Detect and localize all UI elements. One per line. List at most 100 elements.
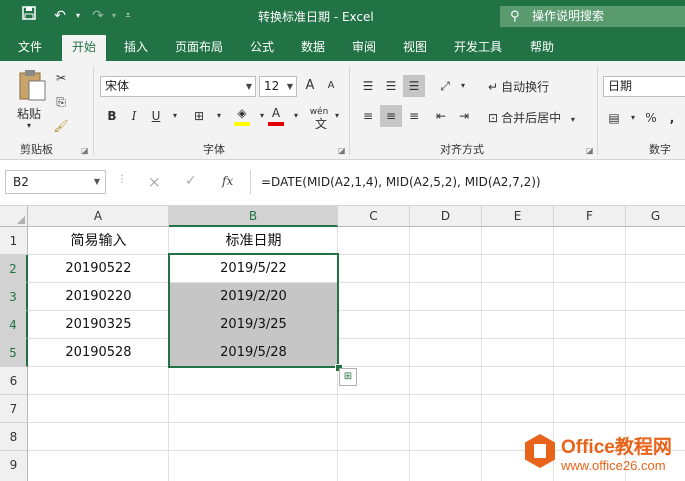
percent-button[interactable]: %	[640, 107, 662, 129]
name-box[interactable]: B2 ▼	[5, 170, 106, 194]
fill-color-icon[interactable]: ◈	[231, 105, 253, 127]
row-header-7[interactable]: 7	[0, 395, 28, 423]
row-header-8[interactable]: 8	[0, 423, 28, 451]
tab-file[interactable]: 文件	[18, 33, 42, 61]
cell-b1[interactable]: 标准日期	[169, 228, 338, 255]
cell-a2[interactable]: 20190522	[28, 255, 169, 283]
tab-insert[interactable]: 插入	[124, 33, 148, 61]
tab-page-layout[interactable]: 页面布局	[175, 33, 223, 61]
cell-a1[interactable]: 简易输入	[28, 228, 169, 255]
font-color-letter: A	[271, 106, 281, 120]
paste-label: 粘贴	[17, 107, 42, 121]
formula-bar: B2 ▼ ⋮ × ✓ fx =DATE(MID(A2,1,4), MID(A2,…	[0, 160, 685, 206]
formula-input[interactable]: =DATE(MID(A2,1,4), MID(A2,5,2), MID(A2,7…	[250, 170, 685, 194]
row-header-3[interactable]: 3	[0, 283, 28, 311]
paste-button[interactable]: 粘贴 ▾	[14, 69, 50, 137]
formula-bar-grip-icon: ⋮	[117, 174, 127, 185]
align-right-icon[interactable]: ≡	[403, 105, 425, 127]
tab-help[interactable]: 帮助	[530, 33, 554, 61]
column-header-e[interactable]: E	[482, 206, 554, 227]
column-header-c[interactable]: C	[338, 206, 410, 227]
gridline	[28, 394, 685, 395]
increase-indent-icon[interactable]: ⇥	[453, 105, 475, 127]
gridline	[409, 227, 410, 481]
chevron-down-icon[interactable]: ▾	[208, 105, 230, 127]
font-color-button[interactable]: A	[265, 105, 287, 127]
cancel-icon[interactable]: ×	[148, 173, 161, 191]
row-header-2[interactable]: 2	[0, 255, 28, 283]
font-launcher-icon[interactable]: ◪	[338, 146, 346, 155]
group-label-number: 数字	[649, 143, 671, 156]
wrap-text-label: 自动换行	[501, 80, 550, 94]
row-header-9[interactable]: 9	[0, 451, 28, 481]
chevron-down-icon[interactable]: ▾	[164, 105, 186, 127]
align-bottom-icon[interactable]: ☰	[403, 75, 425, 97]
column-header-d[interactable]: D	[410, 206, 482, 227]
column-header-b[interactable]: B	[169, 206, 338, 227]
align-left-icon[interactable]: ≡	[357, 105, 379, 127]
row-header-5[interactable]: 5	[0, 339, 28, 367]
divider	[93, 67, 94, 155]
comma-button[interactable]: ,	[661, 107, 683, 129]
chevron-down-icon[interactable]: ▾	[326, 105, 348, 127]
alignment-launcher-icon[interactable]: ◪	[586, 146, 594, 155]
clipboard-launcher-icon[interactable]: ◪	[81, 146, 89, 155]
cell-a4[interactable]: 20190325	[28, 311, 169, 339]
chevron-down-icon: ▼	[245, 82, 252, 91]
gridline	[481, 227, 482, 481]
tell-me-search[interactable]: ⚲ 操作说明搜索	[500, 6, 685, 27]
chevron-down-icon[interactable]: ▾	[285, 105, 307, 127]
gridline	[28, 422, 685, 423]
save-icon[interactable]	[19, 6, 39, 26]
tab-view[interactable]: 视图	[403, 33, 427, 61]
italic-button[interactable]: I	[123, 105, 145, 127]
wrap-text-icon: ↵	[488, 80, 499, 94]
chevron-down-icon: ▼	[93, 177, 100, 186]
row-header-4[interactable]: 4	[0, 311, 28, 339]
undo-icon[interactable]: ↶	[50, 6, 70, 26]
font-size-select[interactable]: 12 ▼	[259, 76, 297, 97]
cut-icon[interactable]: ✂	[50, 67, 72, 89]
cell-a5[interactable]: 20190528	[28, 339, 169, 367]
group-label-clipboard: 剪贴板	[20, 143, 53, 156]
tab-data[interactable]: 数据	[301, 33, 325, 61]
window-title: 转换标准日期 - Excel	[258, 10, 374, 24]
row-header-6[interactable]: 6	[0, 367, 28, 395]
copy-icon[interactable]: ⎘	[50, 91, 72, 113]
grow-font-button[interactable]: A	[299, 75, 321, 97]
tab-review[interactable]: 审阅	[352, 33, 376, 61]
align-top-icon[interactable]: ☰	[357, 75, 379, 97]
font-name-value: 宋体	[105, 79, 130, 93]
border-icon[interactable]: ⊞	[188, 105, 210, 127]
office-logo-icon	[525, 434, 555, 468]
row-header-1[interactable]: 1	[0, 227, 28, 255]
column-header-a[interactable]: A	[28, 206, 169, 227]
chevron-down-icon: ▼	[286, 82, 293, 91]
merge-center-button[interactable]: ⊡ 合并后居中 ▾	[488, 109, 575, 126]
customize-icon[interactable]: ⩡	[118, 6, 138, 26]
column-header-f[interactable]: F	[554, 206, 626, 227]
tab-home[interactable]: 开始	[62, 35, 107, 61]
undo-dropdown-icon[interactable]: ▾	[68, 6, 88, 26]
cell-a3[interactable]: 20190220	[28, 283, 169, 311]
column-header-g[interactable]: G	[626, 206, 685, 227]
selection-border	[168, 253, 339, 368]
align-center-icon[interactable]: ≡	[380, 105, 402, 127]
group-label-alignment: 对齐方式	[440, 143, 484, 156]
wrap-text-button[interactable]: ↵ 自动换行	[488, 78, 549, 95]
select-all-button[interactable]	[0, 206, 28, 227]
search-icon: ⚲	[510, 9, 520, 24]
decrease-indent-icon[interactable]: ⇤	[430, 105, 452, 127]
align-middle-icon[interactable]: ☰	[380, 75, 402, 97]
number-format-select[interactable]: 日期	[603, 76, 685, 97]
enter-icon[interactable]: ✓	[185, 173, 197, 189]
bold-button[interactable]: B	[101, 105, 123, 127]
chevron-down-icon[interactable]: ▾	[452, 75, 474, 97]
font-name-select[interactable]: 宋体 ▼	[100, 76, 256, 97]
shrink-font-button[interactable]: A	[320, 75, 342, 97]
tab-developer[interactable]: 开发工具	[454, 33, 502, 61]
format-painter-icon[interactable]: 🖌	[50, 115, 72, 137]
quick-analysis-icon[interactable]: ⊞	[339, 368, 357, 386]
tab-formulas[interactable]: 公式	[250, 33, 274, 61]
insert-function-button[interactable]: fx	[222, 174, 233, 188]
